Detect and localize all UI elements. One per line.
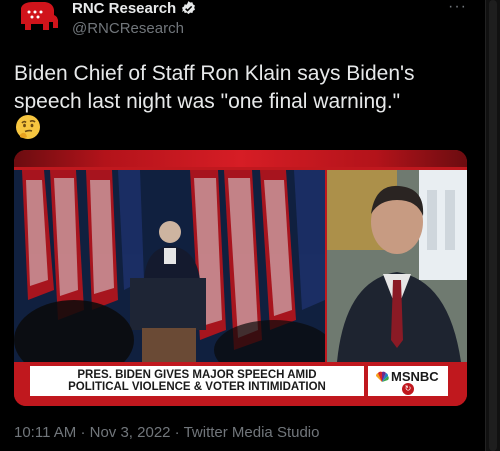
msnbc-logo-box: MSNBC ↻ — [368, 366, 448, 396]
lower-third-line: PRES. BIDEN GIVES MAJOR SPEECH AMID — [77, 369, 317, 381]
meta-separator: · — [174, 424, 180, 441]
tweet-source[interactable]: Twitter Media Studio — [184, 424, 320, 441]
elephant-logo-icon — [13, 0, 60, 40]
tweet-meta: 10:11 AM · Nov 3, 2022 · Twitter Media S… — [14, 424, 319, 441]
lower-third-line: POLITICAL VIOLENCE & VOTER INTIMIDATION — [68, 381, 326, 393]
meta-separator: · — [80, 424, 86, 441]
thinking-face-icon — [14, 113, 42, 141]
avatar[interactable] — [13, 0, 60, 40]
msnbc-logo: MSNBC — [375, 369, 439, 384]
author-handle[interactable]: @RNCResearch — [72, 20, 184, 37]
speech-scene-image — [14, 170, 325, 362]
tweet: RNC Research @RNCResearch ··· Biden Chie… — [0, 0, 486, 451]
tweet-time[interactable]: 10:11 AM — [14, 424, 76, 441]
tweet-text-line: speech last night was "one final warning… — [14, 90, 401, 113]
scrollbar[interactable] — [485, 0, 500, 451]
network-badge-icon: ↻ — [402, 383, 414, 395]
scrollbar-thumb[interactable] — [489, 0, 497, 451]
peacock-icon — [375, 371, 389, 382]
lower-third-text: PRES. BIDEN GIVES MAJOR SPEECH AMID POLI… — [30, 369, 364, 393]
tweet-date[interactable]: Nov 3, 2022 — [90, 424, 171, 441]
more-options-icon[interactable]: ··· — [448, 0, 467, 16]
video-right-pane — [327, 170, 467, 362]
video-left-pane — [14, 170, 325, 362]
lower-third-text-box: PRES. BIDEN GIVES MAJOR SPEECH AMID POLI… — [30, 366, 364, 396]
interview-guest-image — [327, 170, 467, 362]
tweet-text-line: Biden Chief of Staff Ron Klain says Bide… — [14, 62, 415, 85]
video-media[interactable]: PRES. BIDEN GIVES MAJOR SPEECH AMID POLI… — [14, 150, 467, 406]
video-top-bar — [14, 150, 467, 167]
tweet-text: Biden Chief of Staff Ron Klain says Bide… — [14, 60, 484, 116]
lower-third-bar: PRES. BIDEN GIVES MAJOR SPEECH AMID POLI… — [14, 362, 467, 406]
author-name[interactable]: RNC Research — [72, 0, 197, 17]
network-name: MSNBC — [391, 369, 439, 384]
verified-badge-icon — [182, 1, 196, 15]
